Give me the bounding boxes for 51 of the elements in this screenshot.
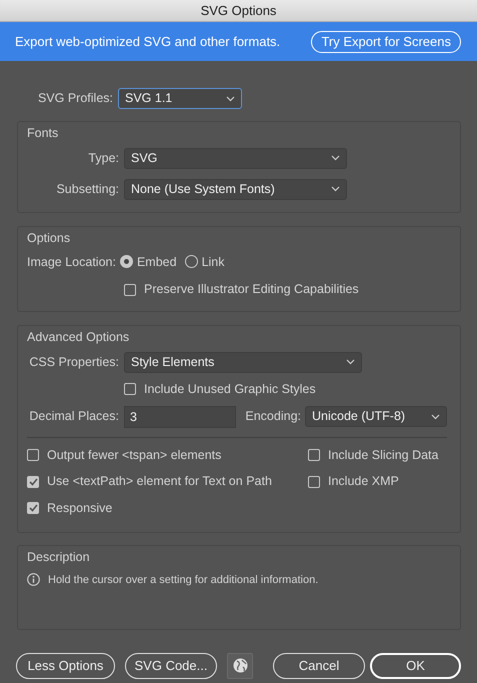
checkbox[interactable] [27, 448, 39, 461]
chevron-icon [331, 186, 340, 192]
description-text: Hold the cursor over a setting for additional information. [48, 572, 318, 588]
field-label: Image Location: [27, 254, 116, 271]
radio-label: Embed [136, 254, 177, 270]
group-title: Fonts [27, 125, 60, 142]
field-label: Type: [87, 150, 120, 167]
checkbox[interactable] [308, 448, 320, 461]
radio-button[interactable] [184, 255, 198, 268]
checkbox-label: Output fewer <tspan> elements [47, 446, 222, 464]
ok-button[interactable]: OK [370, 652, 461, 679]
field-label: Subsetting: [55, 180, 120, 198]
field-label: Encoding: [245, 408, 301, 426]
dropdown[interactable]: Style Elements [124, 352, 362, 373]
checkbox-label: Include XMP [328, 473, 399, 490]
radio-button[interactable] [120, 255, 133, 268]
checkbox[interactable] [124, 284, 136, 296]
checkbox-label: Responsive [47, 500, 112, 517]
checkbox[interactable] [27, 502, 39, 514]
checkbox-label: Include Slicing Data [328, 446, 438, 464]
dialog-button[interactable]: Cancel [273, 652, 365, 679]
dropdown[interactable]: Unicode (UTF-8) [305, 406, 447, 427]
banner-text: Export web-optimized SVG and other formats. [15, 32, 280, 51]
field-label: Decimal Places: [28, 408, 120, 426]
globe-button[interactable] [227, 652, 253, 679]
input-field[interactable]: 3 [124, 406, 236, 428]
checkbox-label: Include Unused Graphic Styles [144, 380, 316, 398]
window-title: SVG Options [200, 2, 276, 20]
globe-icon [232, 658, 248, 674]
chevron-icon [226, 96, 235, 102]
dropdown[interactable]: None (Use System Fonts) [124, 178, 347, 200]
checkbox[interactable] [124, 383, 136, 396]
checkbox-label: Preserve Illustrator Editing Capabilities [144, 281, 359, 298]
group-title: Advanced Options [27, 329, 130, 346]
info-icon [27, 573, 40, 586]
dropdown[interactable]: SVG [124, 148, 347, 169]
chevron-icon [431, 414, 440, 420]
radio-label: Link [202, 254, 224, 270]
chevron-icon [331, 155, 340, 162]
group-title: Options [27, 230, 72, 247]
dropdown[interactable]: SVG 1.1 [118, 88, 242, 109]
group-title: Description [27, 548, 91, 566]
checkbox[interactable] [308, 476, 320, 488]
field-label: SVG Profiles: [36, 90, 114, 108]
dialog-button[interactable]: Less Options [16, 652, 115, 679]
dialog-button[interactable]: SVG Code... [125, 652, 217, 679]
checkbox-label: Use <textPath> element for Text on Path [47, 473, 272, 490]
field-label: CSS Properties: [28, 354, 120, 371]
checkbox[interactable] [27, 476, 39, 488]
export-screens-button[interactable]: Try Export for Screens [311, 30, 461, 52]
chevron-icon [346, 359, 355, 366]
